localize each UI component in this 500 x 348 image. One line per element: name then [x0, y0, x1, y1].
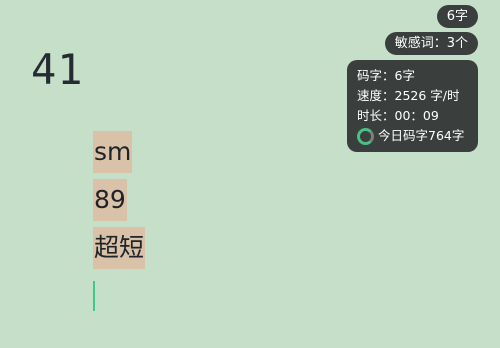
character-counter: 41 — [31, 45, 84, 94]
text-cursor — [93, 281, 95, 311]
char-count-badge: 6字 — [436, 5, 478, 28]
highlighted-word[interactable]: sm — [93, 131, 133, 173]
ring-progress-icon — [357, 127, 374, 145]
typing-speed: 速度：2526 字/时 — [357, 88, 460, 103]
today-total: 今日码字764字 — [378, 128, 465, 143]
typing-duration: 时长：00：09 — [357, 108, 439, 123]
sensitive-words-badge[interactable]: 敏感词：3个 — [384, 32, 478, 55]
editor-text[interactable]: sm 89 超短 — [93, 131, 146, 275]
today-total-row: 今日码字764字 — [357, 126, 470, 146]
highlighted-word[interactable]: 89 — [93, 179, 127, 221]
typing-stats-panel: 码字：6字 速度：2526 字/时 时长：00：09 今日码字764字 — [347, 60, 478, 152]
highlighted-word[interactable]: 超短 — [93, 227, 146, 269]
typed-count: 码字：6字 — [357, 68, 415, 83]
